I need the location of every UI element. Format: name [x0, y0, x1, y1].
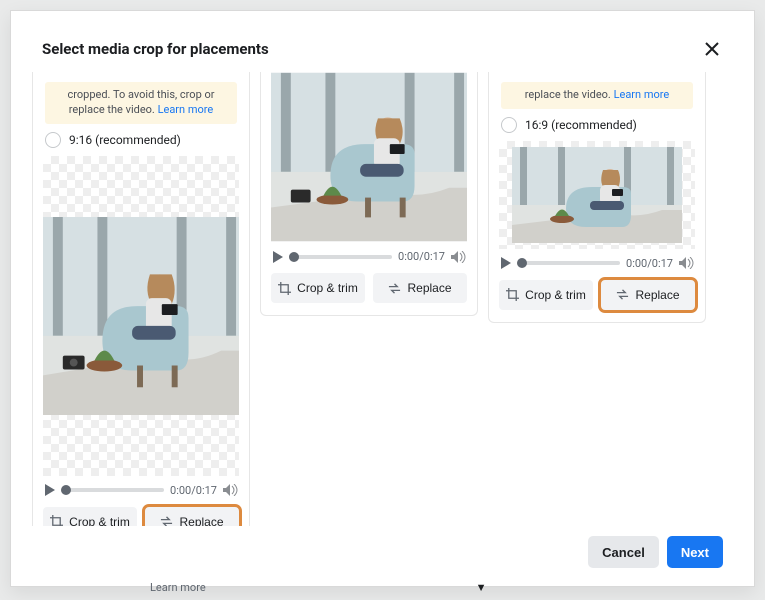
aspect-ratio-option[interactable]: 16:9 (recommended)	[501, 117, 693, 133]
aspect-ratio-option[interactable]: 9:16 (recommended)	[45, 132, 237, 148]
radio-icon	[45, 132, 61, 148]
scrubber[interactable]	[289, 255, 392, 259]
volume-icon[interactable]	[679, 257, 693, 269]
time-label: 0:00/0:17	[398, 250, 445, 263]
play-button[interactable]	[45, 484, 55, 496]
close-button[interactable]	[701, 38, 723, 60]
replace-button[interactable]: Replace	[373, 273, 467, 303]
replace-icon	[616, 288, 629, 301]
modal-title: Select media crop for placements	[42, 40, 269, 58]
scrubber[interactable]	[517, 261, 620, 265]
next-button[interactable]: Next	[667, 536, 723, 568]
volume-icon[interactable]	[223, 484, 237, 496]
video-player-controls: 0:00/0:17	[499, 257, 695, 270]
crop-trim-button[interactable]: Crop & trim	[499, 280, 593, 310]
time-label: 0:00/0:17	[170, 484, 217, 497]
aspect-ratio-label: 16:9 (recommended)	[525, 118, 637, 132]
background-learn-more-strip: Learn more ▼	[150, 581, 487, 594]
video-preview-9-16	[43, 156, 239, 476]
video-preview-square	[271, 72, 467, 242]
radio-icon	[501, 117, 517, 133]
crop-trim-button[interactable]: Crop & trim	[271, 273, 365, 303]
volume-icon[interactable]	[451, 251, 465, 263]
media-crop-modal: Select media crop for placements cropped…	[22, 24, 743, 582]
cancel-button[interactable]: Cancel	[588, 536, 659, 568]
video-player-controls: 0:00/0:17	[43, 484, 239, 497]
replace-icon	[160, 515, 173, 526]
placement-card-square: 0:00/0:17 Crop & trim Replace	[260, 72, 478, 316]
replace-button[interactable]: Replace	[145, 507, 239, 526]
caret-down-icon: ▼	[476, 581, 487, 594]
replace-button[interactable]: Replace	[601, 280, 695, 310]
crop-icon	[278, 282, 291, 295]
scrubber[interactable]	[61, 488, 164, 492]
crop-icon	[50, 515, 63, 526]
placement-card-9-16: cropped. To avoid this, crop or replace …	[32, 72, 250, 526]
video-player-controls: 0:00/0:17	[271, 250, 467, 263]
bg-learn-more-label: Learn more	[150, 581, 206, 594]
learn-more-link[interactable]: Learn more	[614, 88, 670, 101]
play-button[interactable]	[501, 257, 511, 269]
aspect-ratio-label: 9:16 (recommended)	[69, 133, 181, 147]
replace-icon	[388, 282, 401, 295]
crop-icon	[506, 288, 519, 301]
crop-trim-button[interactable]: Crop & trim	[43, 507, 137, 526]
learn-more-link[interactable]: Learn more	[158, 103, 214, 116]
video-preview-16-9	[499, 141, 695, 249]
placement-card-16-9: replace the video. Learn more 16:9 (reco…	[488, 72, 706, 323]
crop-warning: cropped. To avoid this, crop or replace …	[45, 82, 237, 124]
time-label: 0:00/0:17	[626, 257, 673, 270]
play-button[interactable]	[273, 251, 283, 263]
crop-warning: replace the video. Learn more	[501, 82, 693, 109]
